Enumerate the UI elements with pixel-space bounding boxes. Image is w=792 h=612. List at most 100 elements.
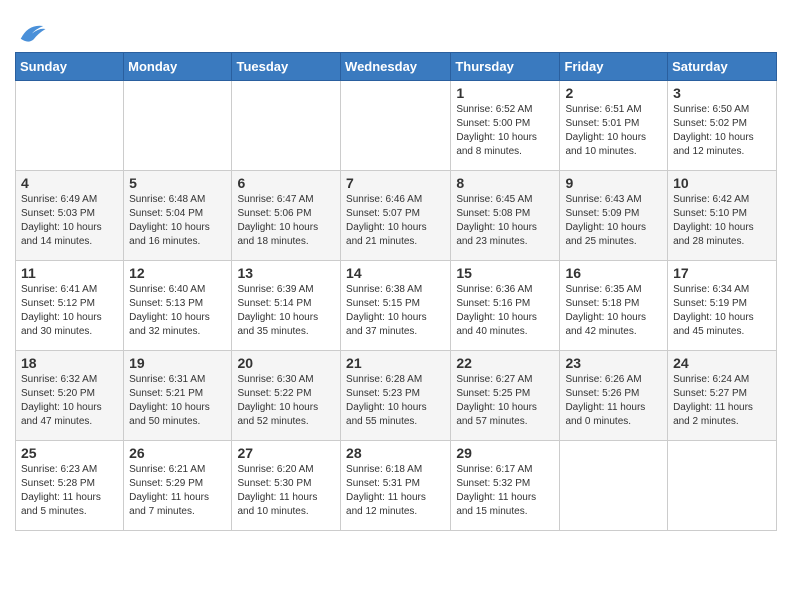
day-info: Sunrise: 6:26 AM Sunset: 5:26 PM Dayligh… [565, 373, 662, 429]
day-cell: 3 Sunrise: 6:50 AM Sunset: 5:02 PM Daylig… [668, 81, 777, 171]
day-number: 14 [346, 265, 445, 281]
day-info: Sunrise: 6:35 AM Sunset: 5:18 PM Dayligh… [565, 283, 662, 339]
day-cell [232, 81, 341, 171]
day-number: 22 [456, 355, 554, 371]
day-cell: 12 Sunrise: 6:40 AM Sunset: 5:13 PM Dayli… [124, 261, 232, 351]
day-number: 2 [565, 85, 662, 101]
week-row-3: 11 Sunrise: 6:41 AM Sunset: 5:12 PM Dayli… [16, 261, 777, 351]
day-info: Sunrise: 6:20 AM Sunset: 5:30 PM Dayligh… [237, 463, 335, 519]
day-cell [124, 81, 232, 171]
calendar-header: SundayMondayTuesdayWednesdayThursdayFrid… [16, 53, 777, 81]
day-cell: 15 Sunrise: 6:36 AM Sunset: 5:16 PM Dayli… [451, 261, 560, 351]
day-number: 5 [129, 175, 226, 191]
week-row-4: 18 Sunrise: 6:32 AM Sunset: 5:20 PM Dayli… [16, 351, 777, 441]
day-number: 19 [129, 355, 226, 371]
header-cell-wednesday: Wednesday [341, 53, 451, 81]
day-info: Sunrise: 6:17 AM Sunset: 5:32 PM Dayligh… [456, 463, 554, 519]
day-info: Sunrise: 6:50 AM Sunset: 5:02 PM Dayligh… [673, 103, 771, 159]
day-info: Sunrise: 6:23 AM Sunset: 5:28 PM Dayligh… [21, 463, 118, 519]
day-cell: 25Sunrise: 6:23 AM Sunset: 5:28 PM Dayli… [16, 441, 124, 531]
day-number: 20 [237, 355, 335, 371]
day-cell: 29 Sunrise: 6:17 AM Sunset: 5:32 PM Dayli… [451, 441, 560, 531]
day-cell: 10 Sunrise: 6:42 AM Sunset: 5:10 PM Dayli… [668, 171, 777, 261]
day-number: 17 [673, 265, 771, 281]
logo [15, 20, 47, 44]
day-number: 3 [673, 85, 771, 101]
day-cell [668, 441, 777, 531]
header-cell-sunday: Sunday [16, 53, 124, 81]
day-cell: 4 Sunrise: 6:49 AM Sunset: 5:03 PM Daylig… [16, 171, 124, 261]
day-number: 6 [237, 175, 335, 191]
day-cell [560, 441, 668, 531]
day-cell: 24Sunrise: 6:24 AM Sunset: 5:27 PM Dayli… [668, 351, 777, 441]
header-cell-tuesday: Tuesday [232, 53, 341, 81]
day-number: 26 [129, 445, 226, 461]
day-info: Sunrise: 6:51 AM Sunset: 5:01 PM Dayligh… [565, 103, 662, 159]
logo-bird-icon [17, 20, 47, 44]
day-info: Sunrise: 6:36 AM Sunset: 5:16 PM Dayligh… [456, 283, 554, 339]
header-cell-monday: Monday [124, 53, 232, 81]
week-row-1: 1Sunrise: 6:52 AM Sunset: 5:00 PM Daylig… [16, 81, 777, 171]
day-number: 10 [673, 175, 771, 191]
day-info: Sunrise: 6:27 AM Sunset: 5:25 PM Dayligh… [456, 373, 554, 429]
day-number: 13 [237, 265, 335, 281]
calendar-body: 1Sunrise: 6:52 AM Sunset: 5:00 PM Daylig… [16, 81, 777, 531]
day-cell [341, 81, 451, 171]
page-header [15, 10, 777, 44]
day-info: Sunrise: 6:47 AM Sunset: 5:06 PM Dayligh… [237, 193, 335, 249]
day-number: 27 [237, 445, 335, 461]
week-row-5: 25Sunrise: 6:23 AM Sunset: 5:28 PM Dayli… [16, 441, 777, 531]
day-info: Sunrise: 6:40 AM Sunset: 5:13 PM Dayligh… [129, 283, 226, 339]
day-number: 1 [456, 85, 554, 101]
day-info: Sunrise: 6:31 AM Sunset: 5:21 PM Dayligh… [129, 373, 226, 429]
day-cell: 7 Sunrise: 6:46 AM Sunset: 5:07 PM Daylig… [341, 171, 451, 261]
day-cell: 27 Sunrise: 6:20 AM Sunset: 5:30 PM Dayli… [232, 441, 341, 531]
day-info: Sunrise: 6:24 AM Sunset: 5:27 PM Dayligh… [673, 373, 771, 429]
day-info: Sunrise: 6:21 AM Sunset: 5:29 PM Dayligh… [129, 463, 226, 519]
day-cell: 20 Sunrise: 6:30 AM Sunset: 5:22 PM Dayli… [232, 351, 341, 441]
day-number: 11 [21, 265, 118, 281]
day-info: Sunrise: 6:41 AM Sunset: 5:12 PM Dayligh… [21, 283, 118, 339]
day-number: 23 [565, 355, 662, 371]
day-cell: 23 Sunrise: 6:26 AM Sunset: 5:26 PM Dayli… [560, 351, 668, 441]
day-number: 7 [346, 175, 445, 191]
day-info: Sunrise: 6:43 AM Sunset: 5:09 PM Dayligh… [565, 193, 662, 249]
day-number: 29 [456, 445, 554, 461]
header-cell-thursday: Thursday [451, 53, 560, 81]
day-info: Sunrise: 6:49 AM Sunset: 5:03 PM Dayligh… [21, 193, 118, 249]
day-cell: 11 Sunrise: 6:41 AM Sunset: 5:12 PM Dayli… [16, 261, 124, 351]
day-info: Sunrise: 6:39 AM Sunset: 5:14 PM Dayligh… [237, 283, 335, 339]
day-number: 15 [456, 265, 554, 281]
day-info: Sunrise: 6:45 AM Sunset: 5:08 PM Dayligh… [456, 193, 554, 249]
day-info: Sunrise: 6:46 AM Sunset: 5:07 PM Dayligh… [346, 193, 445, 249]
day-cell: 2 Sunrise: 6:51 AM Sunset: 5:01 PM Daylig… [560, 81, 668, 171]
day-cell: 19 Sunrise: 6:31 AM Sunset: 5:21 PM Dayli… [124, 351, 232, 441]
day-info: Sunrise: 6:30 AM Sunset: 5:22 PM Dayligh… [237, 373, 335, 429]
day-cell: 9Sunrise: 6:43 AM Sunset: 5:09 PM Daylig… [560, 171, 668, 261]
day-number: 18 [21, 355, 118, 371]
day-number: 28 [346, 445, 445, 461]
week-row-2: 4 Sunrise: 6:49 AM Sunset: 5:03 PM Daylig… [16, 171, 777, 261]
day-info: Sunrise: 6:18 AM Sunset: 5:31 PM Dayligh… [346, 463, 445, 519]
day-cell: 5 Sunrise: 6:48 AM Sunset: 5:04 PM Daylig… [124, 171, 232, 261]
day-info: Sunrise: 6:34 AM Sunset: 5:19 PM Dayligh… [673, 283, 771, 339]
day-info: Sunrise: 6:48 AM Sunset: 5:04 PM Dayligh… [129, 193, 226, 249]
day-number: 16 [565, 265, 662, 281]
day-info: Sunrise: 6:28 AM Sunset: 5:23 PM Dayligh… [346, 373, 445, 429]
day-cell: 22 Sunrise: 6:27 AM Sunset: 5:25 PM Dayli… [451, 351, 560, 441]
day-cell: 21 Sunrise: 6:28 AM Sunset: 5:23 PM Dayli… [341, 351, 451, 441]
header-cell-friday: Friday [560, 53, 668, 81]
day-number: 21 [346, 355, 445, 371]
day-cell: 6 Sunrise: 6:47 AM Sunset: 5:06 PM Daylig… [232, 171, 341, 261]
day-info: Sunrise: 6:38 AM Sunset: 5:15 PM Dayligh… [346, 283, 445, 339]
header-cell-saturday: Saturday [668, 53, 777, 81]
day-cell: 28 Sunrise: 6:18 AM Sunset: 5:31 PM Dayli… [341, 441, 451, 531]
day-cell: 14 Sunrise: 6:38 AM Sunset: 5:15 PM Dayli… [341, 261, 451, 351]
day-number: 12 [129, 265, 226, 281]
day-info: Sunrise: 6:42 AM Sunset: 5:10 PM Dayligh… [673, 193, 771, 249]
day-cell: 13 Sunrise: 6:39 AM Sunset: 5:14 PM Dayli… [232, 261, 341, 351]
day-cell: 8Sunrise: 6:45 AM Sunset: 5:08 PM Daylig… [451, 171, 560, 261]
day-number: 4 [21, 175, 118, 191]
day-cell: 18 Sunrise: 6:32 AM Sunset: 5:20 PM Dayli… [16, 351, 124, 441]
day-info: Sunrise: 6:32 AM Sunset: 5:20 PM Dayligh… [21, 373, 118, 429]
